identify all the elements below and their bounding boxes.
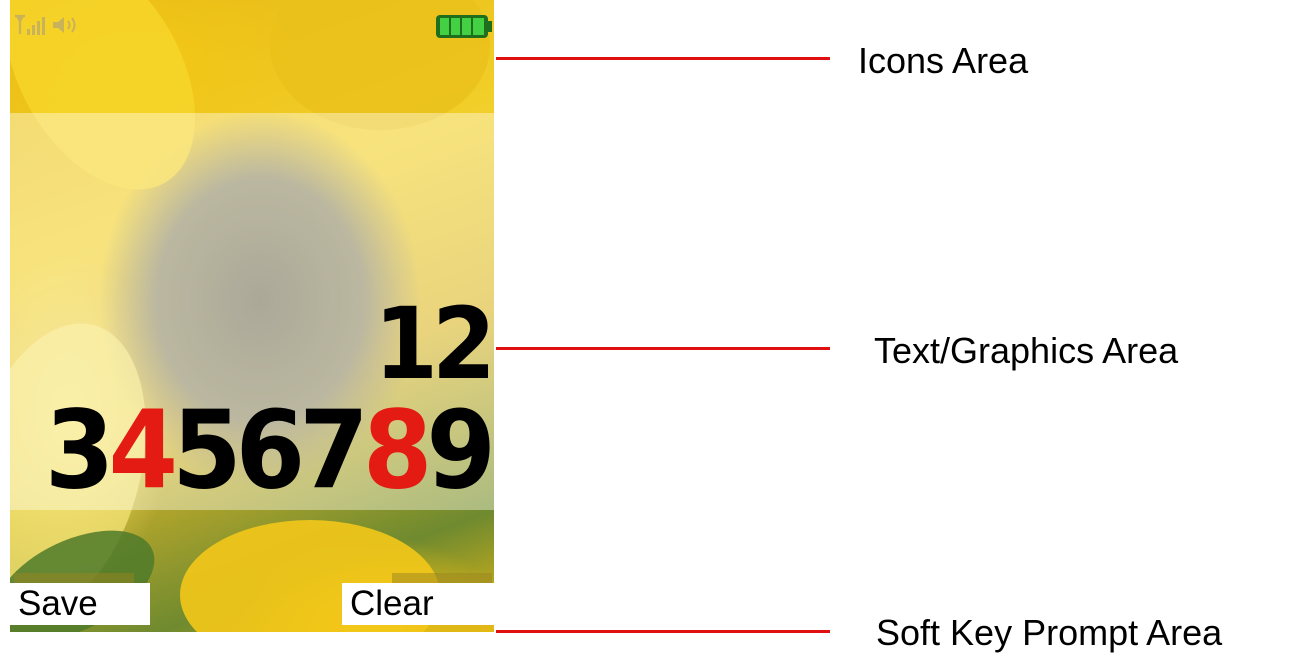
speaker-icon [53,17,76,33]
icons-area-leader-line [496,57,830,60]
highlighted-digit: 4 [108,387,178,514]
dialed-digits-line-1: 12 [373,286,494,402]
dialed-digits-line-2: 3456789 [45,396,494,505]
softkey-shadow [392,573,492,583]
digit-group: 567 [172,387,369,514]
digit-group: 9 [426,387,494,514]
text-graphics-area-label: Text/Graphics Area [874,330,1179,371]
icons-area-label: Icons Area [858,40,1029,81]
clear-softkey[interactable]: Clear [342,583,494,625]
save-softkey[interactable]: Save [10,583,150,625]
digit-group: 3 [44,387,115,514]
phone-screen: 12 3456789 Save Clear [10,0,494,632]
highlighted-digit: 8 [362,387,433,514]
soft-key-prompt-area-label: Soft Key Prompt Area [876,612,1223,653]
signal-icon [15,14,45,35]
text-area-leader-line [496,347,830,350]
softkey-shadow [14,573,134,583]
battery-icon [436,15,492,38]
softkey-area-leader-line [496,630,830,633]
status-bar [10,0,494,40]
